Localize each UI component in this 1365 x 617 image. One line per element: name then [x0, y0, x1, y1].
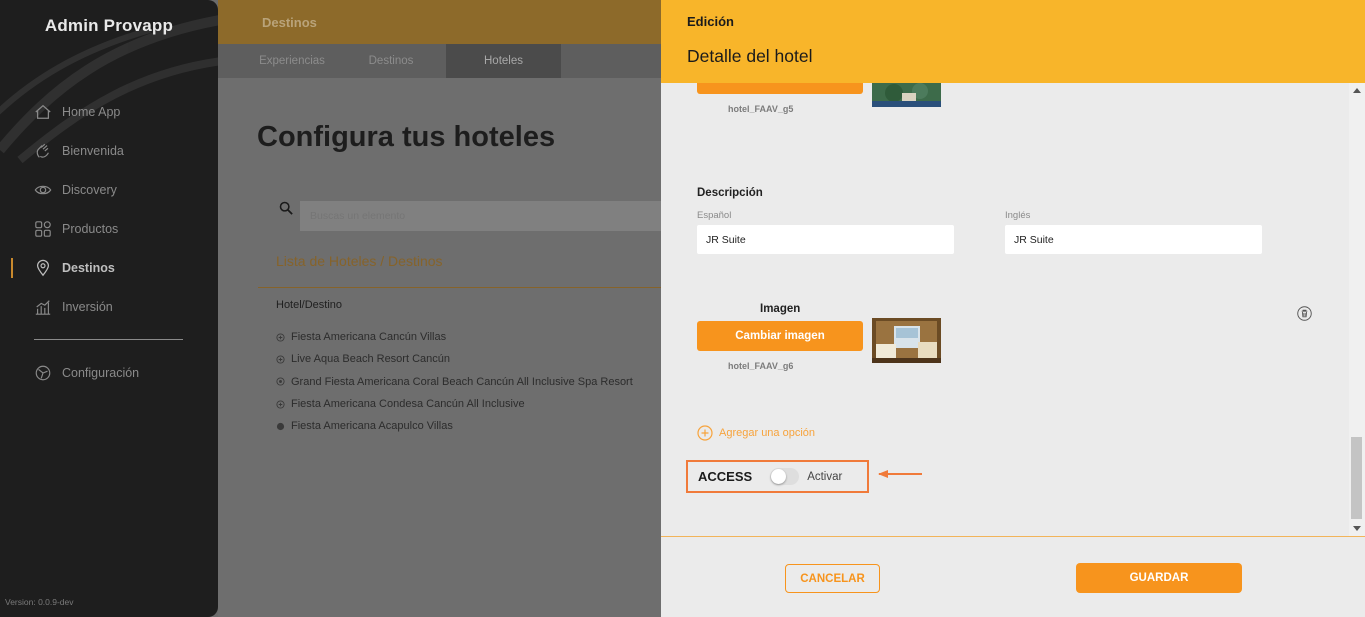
grid-icon — [34, 220, 52, 238]
access-toggle-switch[interactable] — [770, 468, 800, 485]
scroll-up-arrow-icon[interactable] — [1353, 88, 1361, 93]
list-item[interactable]: Grand Fiesta Americana Coral Beach Cancú… — [276, 371, 633, 393]
sidebar-item-destinos[interactable]: Destinos — [0, 248, 218, 287]
expand-icon — [276, 422, 285, 430]
expand-icon — [276, 333, 285, 342]
sidebar-item-label: Configuración — [62, 365, 140, 380]
list-item[interactable]: Fiesta Americana Condesa Cancún All Incl… — [276, 393, 633, 415]
add-circle-icon — [697, 425, 713, 441]
sidebar-nav: Home App Bienvenida Discovery Productos … — [0, 92, 218, 392]
scrollbar-thumb[interactable] — [1351, 437, 1362, 519]
drawer-scroll-area: hotel_FAAV_g5 Descripción Español Inglés… — [661, 83, 1349, 536]
image-filename-top: hotel_FAAV_g5 — [728, 104, 794, 114]
sidebar-item-inversion[interactable]: Inversión — [0, 287, 218, 326]
hotel-name: Live Aqua Beach Resort Cancún — [291, 353, 450, 366]
search-icon — [279, 201, 293, 215]
page-title: Configura tus hoteles — [257, 121, 556, 153]
location-pin-icon — [34, 259, 52, 277]
sidebar-item-label: Home App — [62, 104, 121, 119]
drawer-header: Edición Detalle del hotel — [661, 0, 1365, 83]
add-option-label: Agregar una opción — [719, 427, 816, 439]
main-content: Destinos Experiencias Destinos Hoteles C… — [218, 0, 661, 617]
sidebar-item-discovery[interactable]: Discovery — [0, 170, 218, 209]
description-title: Descripción — [697, 187, 763, 199]
change-image-button[interactable]: Cambiar imagen — [697, 321, 863, 351]
search-input[interactable] — [300, 201, 661, 231]
sidebar-item-label: Destinos — [62, 260, 115, 275]
expand-icon — [276, 399, 285, 409]
access-toggle-row: ACCESS Activar — [686, 460, 869, 493]
description-spanish-field[interactable] — [697, 225, 954, 254]
access-toggle-label: Activar — [807, 470, 843, 483]
bar-chart-icon — [34, 298, 52, 316]
topbar: Destinos — [218, 0, 661, 44]
add-option-link[interactable]: Agregar una opción — [697, 425, 815, 441]
highlight-arrow-icon — [878, 470, 922, 478]
tab-bar: Experiencias Destinos Hoteles — [218, 44, 661, 78]
drawer-section-label: Edición — [687, 14, 734, 29]
sidebar-item-label: Inversión — [62, 299, 113, 314]
home-icon — [34, 103, 52, 121]
column-header: Hotel/Destino — [276, 299, 343, 311]
list-item[interactable]: Fiesta Americana Acapulco Villas — [276, 415, 633, 437]
drawer-title: Detalle del hotel — [687, 46, 813, 66]
sidebar-item-bienvenida[interactable]: Bienvenida — [0, 131, 218, 170]
tab-experiencias[interactable]: Experiencias — [248, 44, 336, 78]
image-label: Imagen — [760, 303, 801, 315]
scroll-down-arrow-icon[interactable] — [1353, 526, 1361, 531]
hotel-list: Fiesta Americana Cancún Villas Live Aqua… — [276, 326, 633, 437]
save-button[interactable]: GUARDAR — [1076, 563, 1242, 593]
version-label: Version: 0.0.9-dev — [5, 597, 74, 607]
expand-icon — [276, 377, 285, 386]
wave-hand-icon — [34, 142, 52, 160]
english-label: Inglés — [1005, 210, 1031, 221]
list-title: Lista de Hoteles / Destinos — [276, 253, 443, 269]
list-item[interactable]: Live Aqua Beach Resort Cancún — [276, 348, 633, 370]
app-brand: Admin Provapp — [44, 16, 174, 35]
sidebar-item-label: Productos — [62, 221, 119, 236]
trash-icon[interactable] — [1297, 306, 1312, 321]
topbar-title: Destinos — [262, 15, 317, 30]
cancel-button[interactable]: CANCELAR — [785, 564, 880, 593]
list-divider — [258, 287, 661, 288]
sidebar-item-productos[interactable]: Productos — [0, 209, 218, 248]
tab-hoteles[interactable]: Hoteles — [446, 44, 561, 78]
sidebar-divider — [34, 339, 183, 340]
hotel-name: Fiesta Americana Cancún Villas — [291, 331, 447, 344]
sidebar: Admin Provapp Home App Bienvenida Discov… — [0, 0, 218, 617]
tab-destinos[interactable]: Destinos — [336, 44, 446, 78]
eye-icon — [34, 181, 52, 199]
sidebar-item-configuracion[interactable]: Configuración — [0, 353, 218, 392]
change-image-button-top[interactable] — [697, 83, 863, 94]
sidebar-item-label: Discovery — [62, 182, 117, 197]
hotel-image-thumbnail — [872, 318, 941, 363]
sidebar-item-home-app[interactable]: Home App — [0, 92, 218, 131]
hotel-name: Fiesta Americana Acapulco Villas — [291, 420, 453, 433]
hotel-name: Fiesta Americana Condesa Cancún All Incl… — [291, 398, 525, 411]
hotel-name: Grand Fiesta Americana Coral Beach Cancú… — [291, 375, 633, 388]
settings-icon — [34, 364, 52, 382]
drawer-footer: CANCELAR GUARDAR — [661, 536, 1365, 617]
hotel-image-thumbnail-top — [872, 83, 941, 107]
hotel-detail-drawer: Edición Detalle del hotel hotel_FAAV_g5 … — [661, 0, 1365, 617]
drawer-scrollbar[interactable] — [1349, 83, 1365, 536]
sidebar-item-label: Bienvenida — [62, 143, 124, 158]
spanish-label: Español — [697, 210, 732, 221]
access-label: ACCESS — [698, 469, 753, 484]
list-item[interactable]: Fiesta Americana Cancún Villas — [276, 326, 633, 348]
expand-icon — [276, 355, 285, 364]
description-english-field[interactable] — [1005, 225, 1262, 254]
image-filename: hotel_FAAV_g6 — [728, 361, 794, 371]
